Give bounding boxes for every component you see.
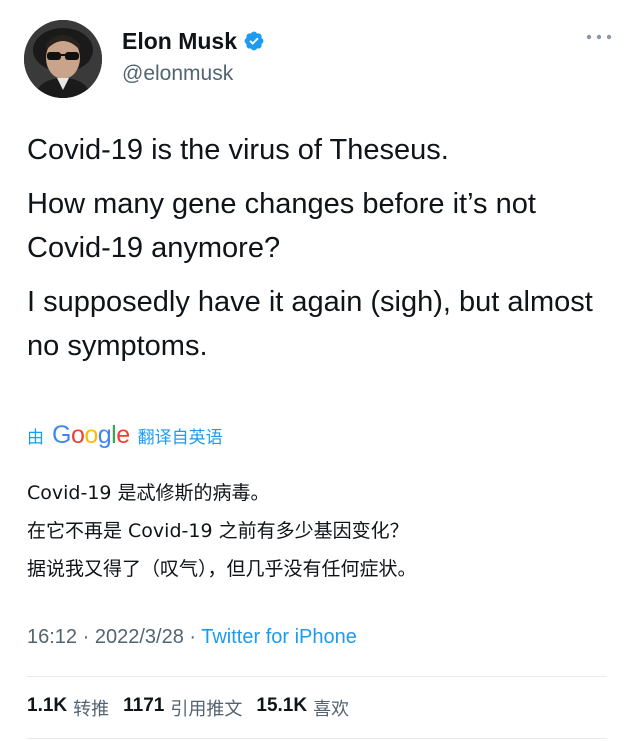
tweet-date[interactable]: 2022/3/28 — [95, 626, 184, 648]
quotes-count: 1171 — [123, 695, 165, 716]
tweet-text: Covid-19 is the virus of Theseus. How ma… — [27, 128, 607, 378]
google-logo-letter: o — [84, 420, 98, 449]
translation-paragraph: Covid-19 是忒修斯的病毒。 — [27, 482, 270, 504]
tweet-meta: 16:12 · 2022/3/28 · Twitter for iPhone — [27, 626, 357, 649]
translation-paragraph: 据说我又得了（叹气），但几乎没有任何症状。 — [27, 558, 417, 580]
translated-text: Covid-19 是忒修斯的病毒。 在它不再是 Covid-19 之前有多少基因… — [27, 474, 607, 588]
avatar[interactable] — [24, 20, 102, 98]
display-name-row: Elon Musk — [122, 26, 265, 56]
translation-paragraph: 在它不再是 Covid-19 之前有多少基因变化？ — [27, 520, 409, 542]
retweets-label: 转推 — [73, 699, 110, 720]
translate-attribution[interactable]: 由 Google 翻译自英语 — [27, 420, 223, 450]
meta-separator: · — [183, 626, 202, 648]
tweet-stats: 1.1K 转推 1171 引用推文 15.1K 喜欢 — [27, 695, 349, 721]
likes-stat[interactable]: 15.1K 喜欢 — [256, 695, 349, 721]
tweet-time[interactable]: 16:12 — [27, 626, 77, 648]
author-handle[interactable]: @elonmusk — [122, 62, 265, 86]
tweet-paragraph: I supposedly have it again (sigh), but a… — [27, 286, 593, 362]
likes-count: 15.1K — [256, 695, 308, 716]
google-logo-letter: G — [52, 420, 71, 449]
retweets-stat[interactable]: 1.1K 转推 — [27, 695, 109, 721]
tweet-paragraph: How many gene changes before it’s not Co… — [27, 188, 536, 264]
divider — [27, 738, 607, 739]
verified-badge-icon — [243, 30, 265, 52]
translate-by-label: 由 — [27, 427, 44, 448]
likes-label: 喜欢 — [313, 699, 350, 720]
tweet-card: Elon Musk @elonmusk Covid-19 is the viru… — [0, 0, 633, 741]
quotes-stat[interactable]: 1171 引用推文 — [123, 695, 242, 721]
google-logo-letter: o — [70, 420, 85, 449]
retweets-count: 1.1K — [27, 695, 68, 716]
google-logo: Google — [52, 421, 130, 450]
quotes-label: 引用推文 — [170, 699, 243, 720]
google-logo-letter: g — [97, 420, 112, 449]
tweet-header: Elon Musk @elonmusk — [24, 14, 614, 98]
divider — [27, 676, 607, 677]
more-options-icon[interactable] — [584, 30, 614, 44]
author-info: Elon Musk @elonmusk — [122, 26, 265, 86]
meta-separator: · — [77, 626, 95, 648]
translate-from-label: 翻译自英语 — [137, 427, 223, 448]
google-logo-letter: e — [116, 420, 130, 449]
tweet-paragraph: Covid-19 is the virus of Theseus. — [27, 134, 449, 166]
display-name[interactable]: Elon Musk — [122, 28, 237, 55]
tweet-source-link[interactable]: Twitter for iPhone — [201, 626, 357, 648]
